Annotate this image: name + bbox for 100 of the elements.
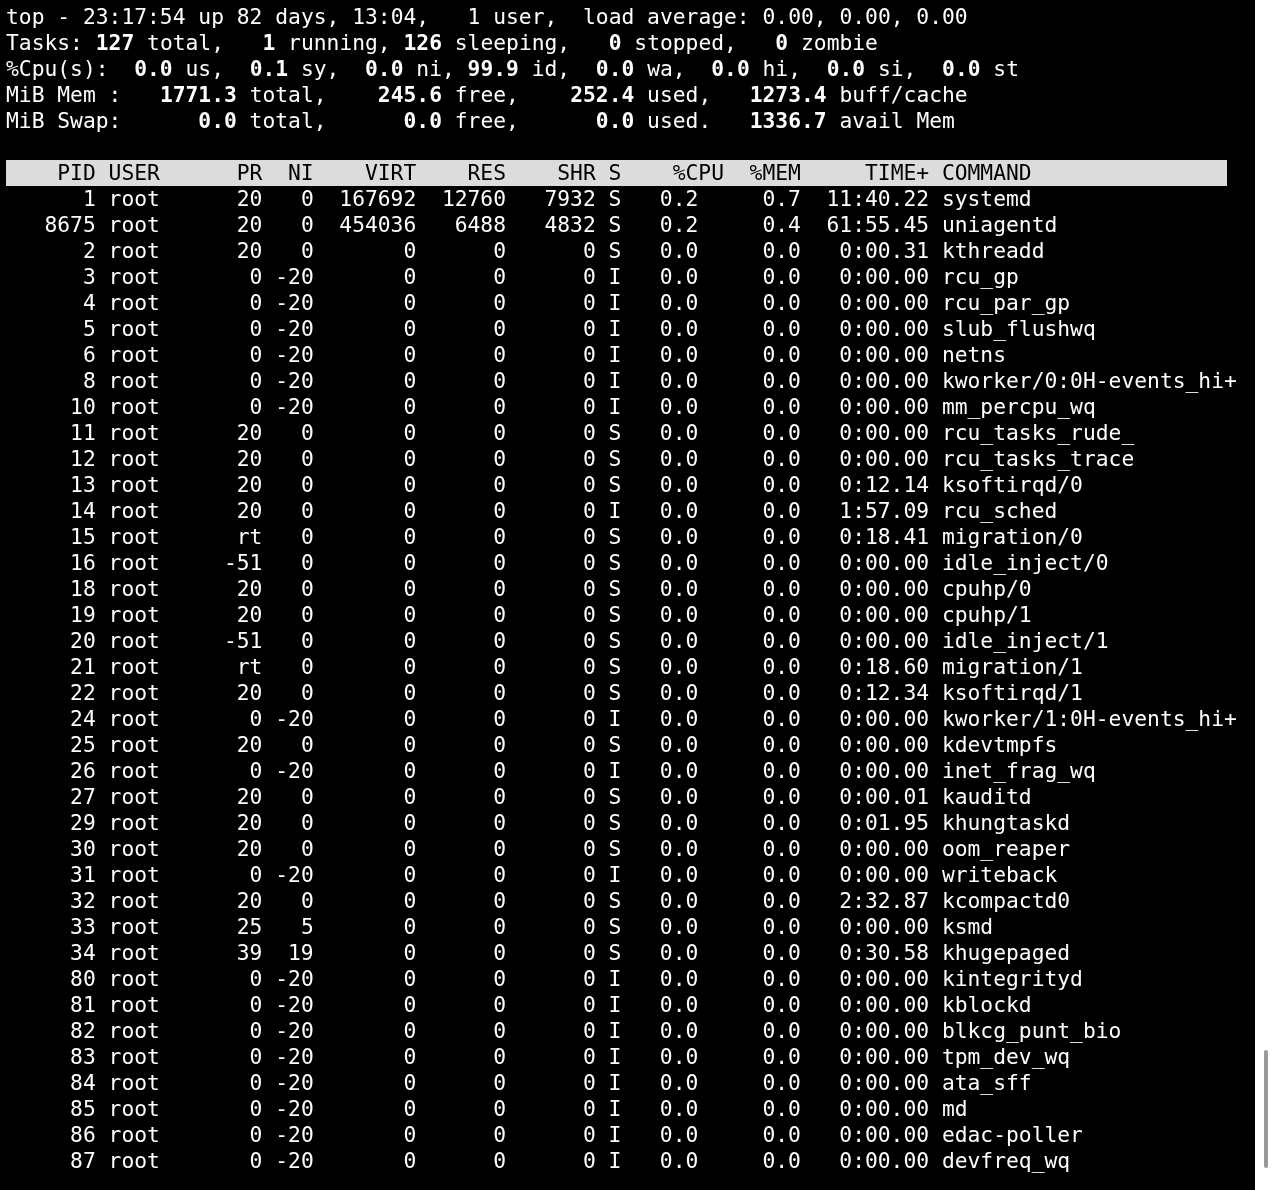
table-cell-text: 0 [581, 706, 596, 732]
table-cell-text: 0 [402, 316, 417, 342]
table-cell-text: S [607, 420, 622, 446]
table-cell-text: 0 [402, 264, 417, 290]
table-cell-text: 0.0 [761, 394, 801, 420]
table-cell-text: 0:00.00 [838, 290, 930, 316]
table-cell-text: I [607, 1070, 622, 1096]
table-cell-text: S [607, 888, 622, 914]
table-cell-text: 0 [248, 966, 263, 992]
table-cell-text: migration/0 [940, 524, 1083, 550]
table-cell-text: rcu_gp [940, 264, 1019, 290]
scrollbar-thumb[interactable] [1263, 1050, 1268, 1168]
table-cell-text: 0 [402, 1122, 417, 1148]
table-cell-text: 0 [402, 1070, 417, 1096]
column-header: COMMAND [940, 160, 1032, 186]
table-cell-text: 33 [69, 914, 96, 940]
table-cell-text: 0 [402, 758, 417, 784]
table-cell-text: 0.0 [658, 862, 700, 888]
table-cell-text: 0 [581, 992, 596, 1018]
table-cell-text: -20 [274, 1148, 314, 1174]
table-cell-text: mm_percpu_wq [940, 394, 1096, 420]
table-cell-text: 0 [402, 680, 417, 706]
table-cell-text: 0.0 [761, 498, 801, 524]
table-cell-text: 0 [581, 1148, 596, 1174]
table-cell-text: 0 [402, 836, 417, 862]
table-cell-text: 0.0 [658, 602, 700, 628]
table-cell-text: 12760 [440, 186, 506, 212]
table-cell-text: 0.0 [658, 420, 700, 446]
table-cell-text: 19 [287, 940, 314, 966]
table-cell-text: S [607, 784, 622, 810]
table-cell-text: 0 [581, 1122, 596, 1148]
table-cell-text: 0:00.00 [838, 706, 930, 732]
table-cell-text: 0.0 [658, 836, 700, 862]
table-cell-text: I [607, 264, 622, 290]
table-cell-text: 0 [248, 992, 263, 1018]
table-cell-text: -20 [274, 264, 314, 290]
table-cell-text: 0 [299, 654, 314, 680]
table-cell-text: 0:00.00 [838, 264, 930, 290]
table-cell-text: idle_inject/1 [940, 628, 1109, 654]
table-cell-text: rcu_sched [940, 498, 1058, 524]
table-cell-text: root [107, 550, 161, 576]
table-cell-text: root [107, 238, 161, 264]
table-cell-text: I [607, 706, 622, 732]
table-cell-text: 4 [81, 290, 96, 316]
column-header: RES [466, 160, 506, 186]
table-cell-text: 0.0 [658, 1018, 700, 1044]
table-cell-text: 0.0 [658, 576, 700, 602]
table-cell-text: -20 [274, 758, 314, 784]
table-cell-text: 0.0 [761, 940, 801, 966]
table-cell-text: 0 [492, 1018, 506, 1044]
table-cell-text: 0 [402, 498, 417, 524]
table-cell-text: kthreadd [940, 238, 1045, 264]
table-cell-text: 0 [492, 1122, 506, 1148]
table-cell-text: I [607, 498, 622, 524]
table-cell-text: 0 [492, 342, 506, 368]
table-cell-text: 0:00.00 [838, 602, 930, 628]
table-cell-text: 0 [299, 498, 314, 524]
table-cell-text: 0 [248, 316, 263, 342]
table-cell-text: 0 [581, 498, 596, 524]
table-cell-text: 8675 [43, 212, 96, 238]
table-cell-text: kworker/1:0H-events_hi+ [940, 706, 1237, 732]
table-cell-text: 0.0 [761, 836, 801, 862]
table-cell-text: 31 [69, 862, 96, 888]
table-cell-text: 0 [492, 706, 506, 732]
table-cell-text: S [607, 576, 622, 602]
table-cell-text: -20 [274, 316, 314, 342]
table-cell-text: 0 [402, 550, 417, 576]
table-cell-text: 0 [581, 316, 596, 342]
table-cell-text: I [607, 1096, 622, 1122]
table-cell-text: 0 [299, 836, 314, 862]
table-cell-text: 0 [492, 1044, 506, 1070]
table-cell-text: S [607, 524, 622, 550]
table-cell-text: 5 [299, 914, 314, 940]
table-cell-text: 0 [581, 420, 596, 446]
table-cell-text: 0 [402, 940, 417, 966]
table-cell-text: 0.0 [658, 342, 700, 368]
table-cell-text: 0 [492, 446, 506, 472]
table-cell-text: -20 [274, 1018, 314, 1044]
table-cell-text: 0 [248, 1044, 263, 1070]
table-cell-text: 0 [299, 602, 314, 628]
table-cell-text: 0:01.95 [838, 810, 930, 836]
table-cell-text: I [607, 1018, 622, 1044]
table-cell-text: 0 [402, 992, 417, 1018]
table-cell-text: root [107, 1044, 161, 1070]
table-cell-text: root [107, 758, 161, 784]
table-cell-text: 0 [581, 680, 596, 706]
table-cell-text: 0 [299, 628, 314, 654]
table-cell-text: 1 [81, 186, 96, 212]
table-cell-text: 0:00.00 [838, 992, 930, 1018]
table-cell-text: 85 [69, 1096, 96, 1122]
table-cell-text: 83 [69, 1044, 96, 1070]
table-cell-text: 0 [299, 784, 314, 810]
table-cell-text: 0.0 [658, 940, 700, 966]
table-cell-text: 30 [69, 836, 96, 862]
table-cell-text: kcompactd0 [940, 888, 1071, 914]
table-cell-text: 1:57.09 [838, 498, 930, 524]
table-cell-text: S [607, 680, 622, 706]
table-cell-text: 0 [492, 368, 506, 394]
column-header: NI [287, 160, 314, 186]
table-cell-text: root [107, 446, 161, 472]
